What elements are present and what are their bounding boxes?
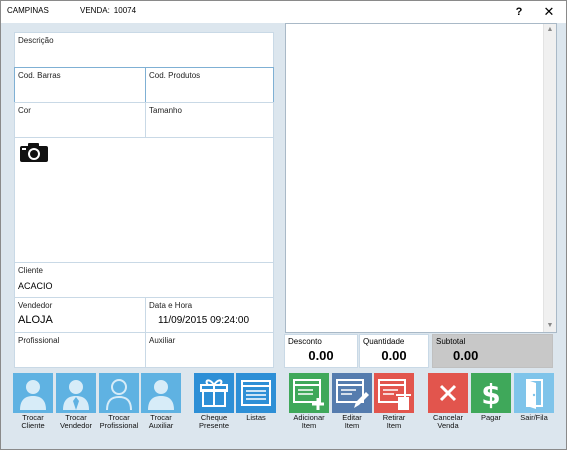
descricao-field[interactable]: Descrição — [14, 32, 274, 68]
quantidade-value: 0.00 — [381, 348, 407, 363]
trocar-cliente-label: Trocar Cliente — [13, 414, 53, 430]
cancelar-venda-label: Cancelar Venda — [428, 414, 468, 430]
label-line2: Cliente — [21, 421, 45, 430]
sair-fila-label: Sair/Fila — [514, 414, 554, 422]
trocar-auxiliar-button[interactable]: Trocar Auxiliar — [141, 373, 181, 430]
label-line2: Item — [386, 421, 402, 430]
cliente-value: ACACIO — [18, 281, 53, 291]
quantidade-label: Quantidade — [363, 337, 405, 346]
trocar-cliente-button[interactable]: Trocar Cliente — [13, 373, 53, 430]
trocar-profissional-button[interactable]: Trocar Profissional — [99, 373, 139, 430]
cheque-presente-button[interactable]: Cheque Presente — [194, 373, 234, 430]
data-hora-value: 11/09/2015 09:24:00 — [158, 315, 250, 326]
editar-item-label: Editar Item — [332, 414, 372, 430]
sale-value: 10074 — [113, 6, 137, 15]
label-line2: Item — [301, 421, 317, 430]
door-icon — [526, 379, 543, 409]
person-tie-icon — [63, 380, 89, 410]
help-button[interactable]: ? — [505, 3, 533, 21]
items-list[interactable]: ▲ ▼ — [285, 23, 557, 333]
x-icon — [439, 384, 457, 402]
label-line2: Profissional — [99, 421, 139, 430]
retirar-item-label: Retirar Item — [374, 414, 414, 430]
cliente-field[interactable]: Cliente ACACIO — [14, 262, 274, 298]
cor-label: Cor — [18, 106, 31, 115]
desconto-label: Desconto — [288, 337, 322, 346]
trocar-vendedor-label: Trocar Vendedor — [56, 414, 96, 430]
sale-number: VENDA: 10074 — [80, 6, 136, 15]
list-icon — [241, 380, 271, 406]
cancelar-venda-button[interactable]: Cancelar Venda — [428, 373, 468, 430]
person-outline-icon — [106, 379, 132, 411]
vendedor-label: Vendedor — [18, 301, 53, 310]
desconto-value: 0.00 — [308, 348, 334, 363]
vendedor-field[interactable]: Vendedor ALOJA — [14, 297, 146, 333]
desconto-box[interactable]: Desconto 0.00 — [284, 334, 358, 368]
person-icon — [148, 380, 174, 410]
product-image-area — [14, 137, 274, 263]
subtotal-value: 0.00 — [453, 348, 479, 363]
scroll-down-icon[interactable]: ▼ — [546, 322, 554, 330]
label-line2: Auxiliar — [148, 421, 174, 430]
cheque-presente-label: Cheque Presente — [194, 414, 234, 430]
descricao-label: Descrição — [18, 36, 54, 45]
cod-barras-field[interactable]: Cod. Barras — [14, 67, 146, 103]
camera-icon[interactable] — [19, 141, 49, 163]
items-scrollbar[interactable]: ▲ ▼ — [543, 24, 556, 332]
cliente-label: Cliente — [18, 266, 43, 275]
trocar-profissional-label: Trocar Profissional — [99, 414, 139, 430]
edit-item-icon — [336, 379, 369, 408]
label-line2: Vendedor — [59, 421, 93, 430]
cod-barras-label: Cod. Barras — [18, 71, 61, 80]
tamanho-label: Tamanho — [149, 106, 182, 115]
listas-label: Listas — [236, 414, 276, 422]
cod-produtos-field[interactable]: Cod. Produtos — [145, 67, 274, 103]
pagar-label: Pagar — [471, 414, 511, 422]
cor-field[interactable]: Cor — [14, 102, 146, 138]
adicionar-item-button[interactable]: Adicionar Item — [289, 373, 329, 430]
close-button[interactable]: ✕ — [535, 3, 563, 21]
svg-text:$: $ — [481, 378, 500, 411]
vendedor-value: ALOJA — [18, 314, 53, 326]
gift-icon — [200, 379, 228, 407]
auxiliar-label: Auxiliar — [149, 336, 176, 345]
listas-button[interactable]: Listas — [236, 373, 276, 422]
sair-fila-button[interactable]: Sair/Fila — [514, 373, 554, 422]
trocar-vendedor-button[interactable]: Trocar Vendedor — [56, 373, 96, 430]
label-line2: Venda — [437, 421, 459, 430]
subtotal-label: Subtotal — [436, 337, 466, 346]
label-line1: Sair/Fila — [520, 413, 548, 422]
cod-produtos-label: Cod. Produtos — [149, 71, 201, 80]
tamanho-field[interactable]: Tamanho — [145, 102, 274, 138]
action-toolbar: Trocar Cliente Trocar Vendedor Trocar Profi… — [1, 370, 566, 449]
profissional-label: Profissional — [18, 336, 60, 345]
remove-item-icon — [378, 379, 411, 410]
pdv-window: CAMPINAS VENDA: 10074 ? ✕ Descrição Cod. … — [0, 0, 567, 450]
adicionar-item-label: Adicionar Item — [289, 414, 329, 430]
quantidade-box[interactable]: Quantidade 0.00 — [359, 334, 429, 368]
title-bar: CAMPINAS VENDA: 10074 ? ✕ — [1, 1, 566, 23]
data-hora-field[interactable]: Data e Hora 11/09/2015 09:24:00 — [145, 297, 274, 333]
label-line1: Listas — [246, 413, 266, 422]
profissional-field[interactable]: Profissional — [14, 332, 146, 368]
retirar-item-button[interactable]: Retirar Item — [374, 373, 414, 430]
trocar-auxiliar-label: Trocar Auxiliar — [141, 414, 181, 430]
auxiliar-field[interactable]: Auxiliar — [145, 332, 274, 368]
data-hora-label: Data e Hora — [149, 301, 193, 310]
store-name: CAMPINAS — [7, 6, 49, 15]
subtotal-box: Subtotal 0.00 — [432, 334, 553, 368]
pagar-button[interactable]: $ Pagar — [471, 373, 511, 422]
editar-item-button[interactable]: Editar Item — [332, 373, 372, 430]
label-line1: Pagar — [480, 413, 501, 422]
dollar-icon: $ — [481, 378, 500, 411]
add-item-icon — [293, 379, 324, 410]
label-line2: Item — [344, 421, 360, 430]
sale-label: VENDA: — [80, 6, 110, 15]
label-line2: Presente — [198, 421, 230, 430]
scroll-up-icon[interactable]: ▲ — [546, 26, 554, 34]
person-icon — [20, 380, 46, 410]
